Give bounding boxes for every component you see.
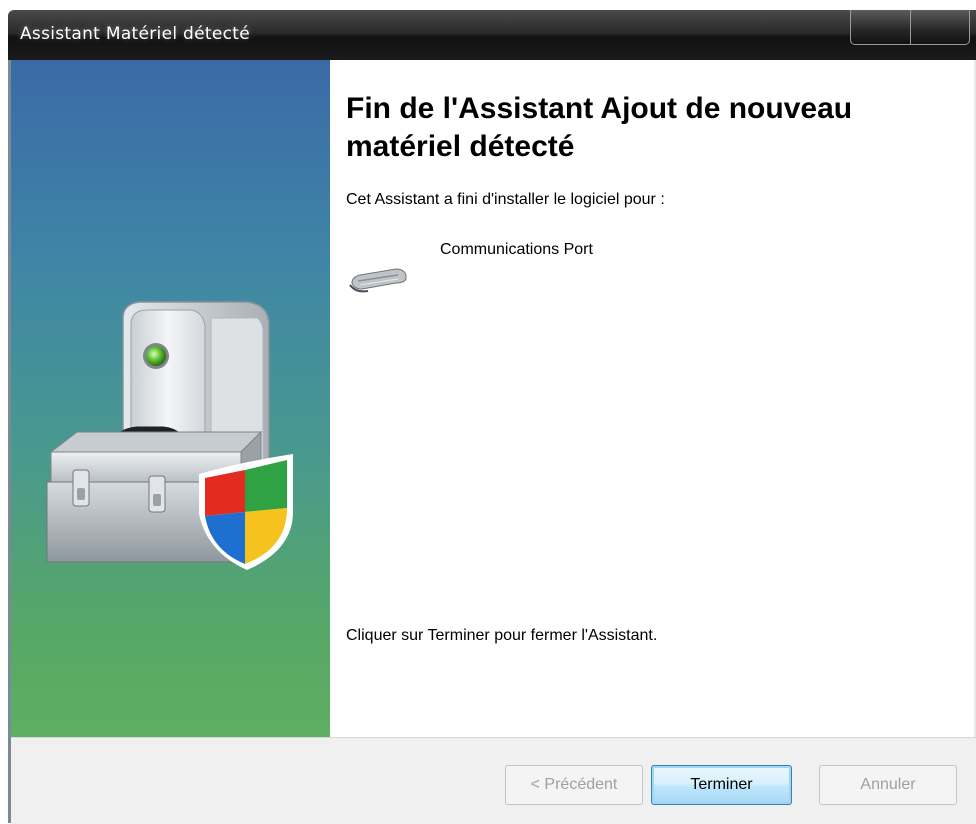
finish-instruction: Cliquer sur Terminer pour fermer l'Assis… xyxy=(346,627,658,644)
button-bar: < Précédent Terminer Annuler xyxy=(11,737,976,824)
serial-port-icon xyxy=(349,268,407,293)
wizard-window: Assistant Matériel détecté Fin de l'Assi… xyxy=(0,0,976,824)
minimize-button[interactable] xyxy=(851,10,911,44)
previous-button[interactable]: < Précédent xyxy=(505,765,643,805)
close-button[interactable] xyxy=(911,10,970,44)
page-title: Fin de l'Assistant Ajout de nouveau maté… xyxy=(346,92,853,163)
cancel-button[interactable]: Annuler xyxy=(819,765,957,805)
toolbox-computer-shield-illustration xyxy=(46,301,293,570)
title-bar-buttons xyxy=(850,10,970,45)
content-panel: Fin de l'Assistant Ajout de nouveau maté… xyxy=(330,60,976,737)
intro-text: Cet Assistant a fini d'installer le logi… xyxy=(346,191,665,208)
window-title: Assistant Matériel détecté xyxy=(20,24,251,44)
side-panel xyxy=(11,60,330,737)
title-bar[interactable]: Assistant Matériel détecté xyxy=(8,10,976,60)
finish-button[interactable]: Terminer xyxy=(651,765,792,805)
device-name: Communications Port xyxy=(440,241,593,258)
